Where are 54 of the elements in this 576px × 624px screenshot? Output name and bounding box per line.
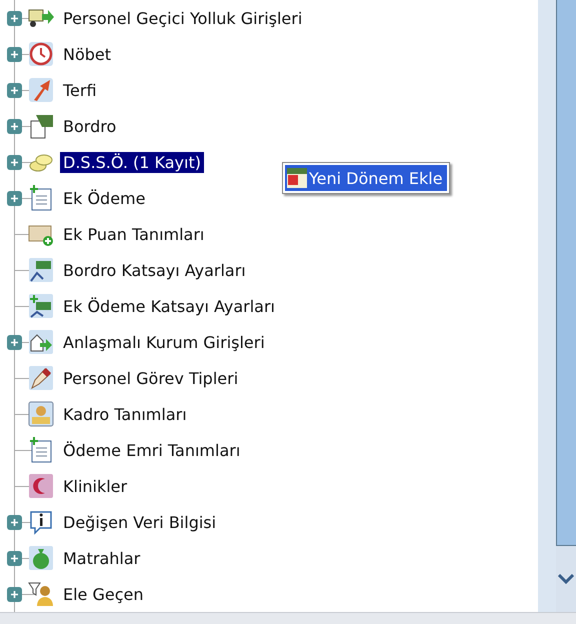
pen-icon <box>28 365 54 391</box>
tree-item[interactable]: Bordro <box>60 116 120 136</box>
arrow-up-icon <box>28 77 54 103</box>
crescent-icon <box>28 473 54 499</box>
tree-item[interactable]: Personel Görev Tipleri <box>60 368 242 388</box>
tree-item[interactable]: Matrahlar <box>60 548 144 568</box>
tree-item[interactable]: Kadro Tanımları <box>60 404 190 424</box>
tree-item[interactable]: Ek Ödeme <box>60 188 148 208</box>
plus-icon <box>10 50 19 58</box>
tree-item[interactable]: Ek Ödeme Katsayı Ayarları <box>60 296 278 316</box>
tree-item[interactable]: Değişen Veri Bilgisi <box>60 512 220 532</box>
scrollbar[interactable] <box>538 0 576 612</box>
plus-icon <box>10 194 19 202</box>
expand-button[interactable] <box>7 190 22 206</box>
expand-button[interactable] <box>7 82 22 98</box>
tree-item[interactable]: Nöbet <box>60 44 114 64</box>
plus-icon <box>10 338 19 346</box>
tree-item[interactable]: Ele Geçen <box>60 584 147 604</box>
tree-item[interactable]: Personel Geçici Yolluk Girişleri <box>60 8 306 28</box>
expand-button[interactable] <box>7 46 22 62</box>
tree-item[interactable]: Bordro Katsayı Ayarları <box>60 260 249 280</box>
calendar-icon <box>287 168 307 188</box>
plus-icon <box>10 86 19 94</box>
expand-button[interactable] <box>7 118 22 134</box>
plus-icon <box>10 554 19 562</box>
expand-button[interactable] <box>7 550 22 566</box>
expand-button[interactable] <box>7 154 22 170</box>
plus-icon <box>10 518 19 526</box>
plus-icon <box>10 590 19 598</box>
plus-icon <box>10 14 19 22</box>
plus-icon <box>10 122 19 130</box>
form-icon <box>28 437 54 463</box>
expand-button[interactable] <box>7 514 22 530</box>
menu-item[interactable]: Yeni Dönem Ekle <box>285 165 447 191</box>
tree-item[interactable]: Terfi <box>60 80 100 100</box>
tree-item[interactable]: Klinikler <box>60 476 130 496</box>
info-bubble-icon <box>28 509 54 535</box>
filter-person-icon <box>28 581 54 607</box>
document-icon <box>28 113 54 139</box>
expand-button[interactable] <box>7 586 22 602</box>
tree-item[interactable]: Ödeme Emri Tanımları <box>60 440 244 460</box>
tree-item[interactable]: D.S.S.Ö. (1 Kayıt) <box>60 152 204 172</box>
scroll-down-button[interactable] <box>556 546 576 612</box>
person-card-icon <box>28 401 54 427</box>
tree-item[interactable]: Ek Puan Tanımları <box>60 224 208 244</box>
tree-item[interactable]: Anlaşmalı Kurum Girişleri <box>60 332 268 352</box>
form-icon <box>28 185 54 211</box>
scrollbar-thumb[interactable] <box>556 0 576 546</box>
plus-icon <box>10 158 19 166</box>
expand-button[interactable] <box>7 334 22 350</box>
money-bag-icon <box>28 545 54 571</box>
clock-icon <box>28 41 54 67</box>
chevron-down-icon <box>558 574 574 584</box>
expand-button[interactable] <box>7 10 22 26</box>
